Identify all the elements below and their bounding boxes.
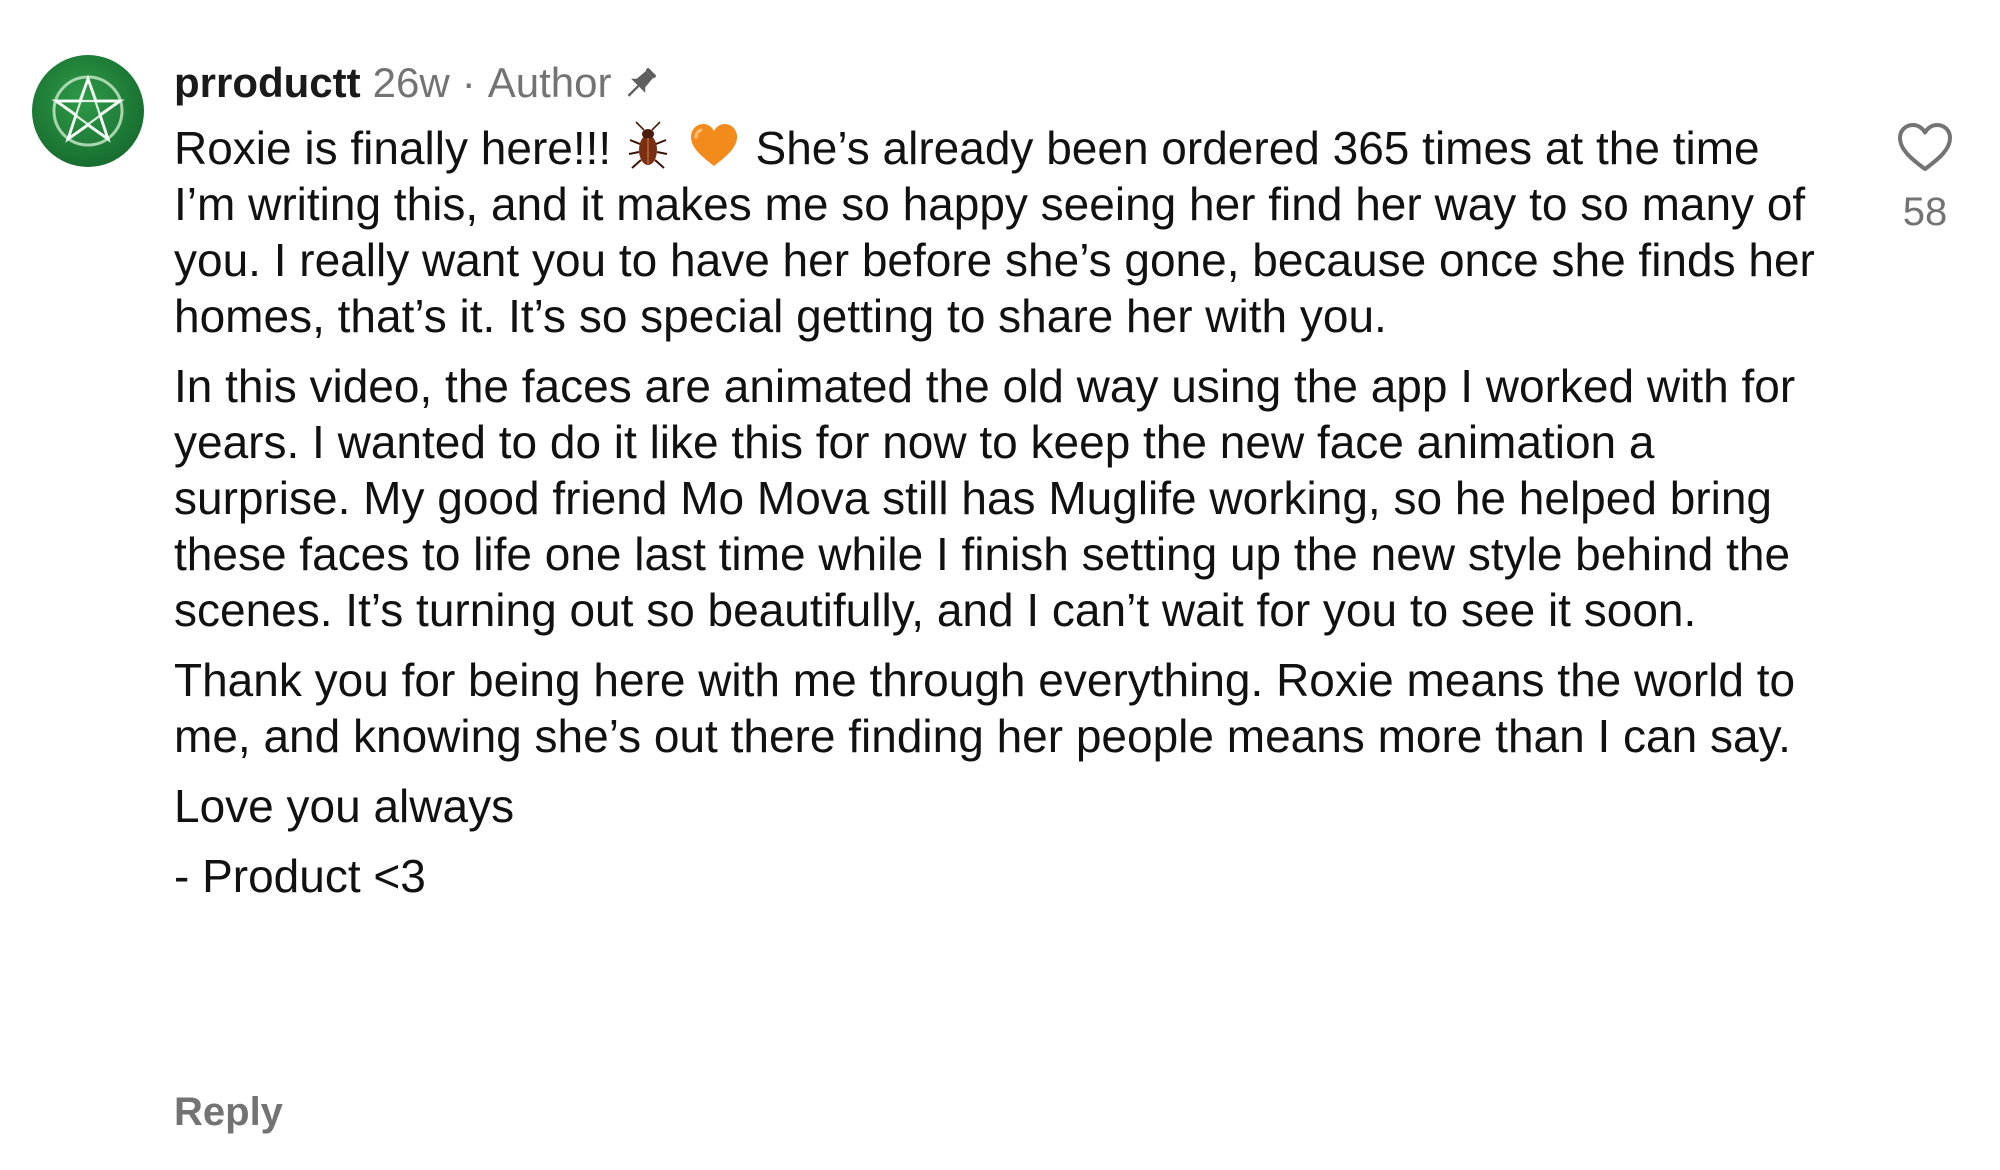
comment-header: prroductt 26w · Author bbox=[174, 56, 661, 110]
comment-item: prroductt 26w · Author Roxie is finally … bbox=[0, 0, 2000, 1170]
heart-outline-icon[interactable] bbox=[1896, 120, 1954, 174]
pin-icon bbox=[628, 68, 657, 97]
reply-button[interactable]: Reply bbox=[174, 1090, 283, 1135]
like-control: 58 bbox=[1890, 120, 1960, 235]
comment-paragraph-1: Roxie is finally here!!! She’s already b… bbox=[174, 120, 1824, 344]
comment-paragraph-5: - Product <3 bbox=[174, 850, 426, 902]
comment-body: Roxie is finally here!!! She’s already b… bbox=[174, 120, 1824, 918]
comment-text-1a: Roxie is finally here!!! bbox=[174, 122, 612, 174]
author-badge: Author bbox=[487, 59, 612, 106]
pentagram-icon bbox=[51, 74, 125, 147]
comment-paragraph-2: In this video, the faces are animated th… bbox=[174, 360, 1796, 636]
meta-separator: · bbox=[461, 59, 476, 106]
like-count: 58 bbox=[1902, 190, 1948, 234]
cockroach-icon bbox=[628, 121, 668, 169]
comment-paragraph-3: Thank you for being here with me through… bbox=[174, 654, 1796, 762]
username-link[interactable]: prroductt bbox=[174, 59, 361, 107]
orange-heart-icon bbox=[690, 124, 737, 166]
comment-paragraph-4: Love you always bbox=[174, 780, 515, 832]
avatar[interactable] bbox=[32, 55, 144, 167]
comment-age: 26w bbox=[372, 59, 450, 106]
